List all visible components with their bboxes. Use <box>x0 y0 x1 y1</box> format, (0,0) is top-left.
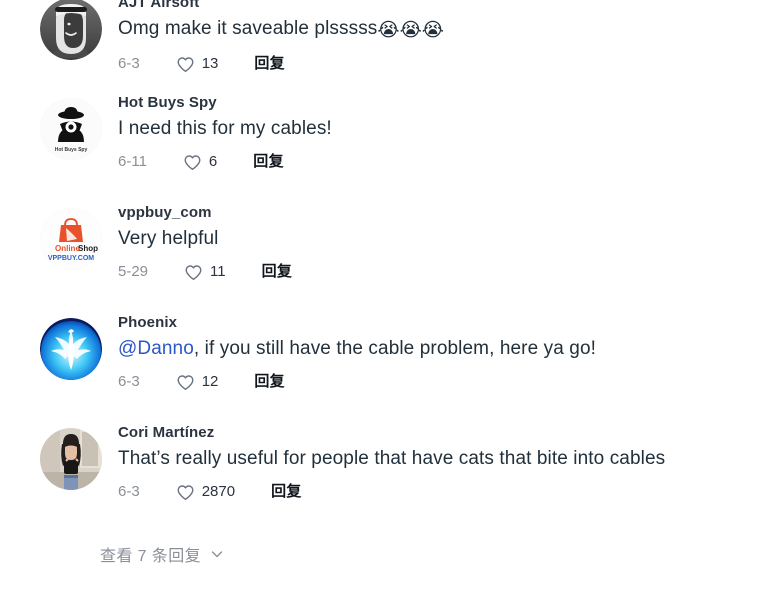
comment-meta: 5-29 11 回复 <box>118 261 779 283</box>
comment-date: 6-3 <box>118 55 140 72</box>
avatar[interactable]: Hot Buys Spy <box>40 98 102 160</box>
comment-text-content: Omg make it saveable plsssss <box>118 18 378 39</box>
like-button[interactable]: 6 <box>183 152 217 172</box>
like-button[interactable]: 11 <box>184 262 226 282</box>
comment-item: Online Shop VPPBUY.COM vppbuy_com Very h… <box>0 200 779 310</box>
like-count: 11 <box>210 263 226 280</box>
heart-icon <box>176 483 195 502</box>
like-button[interactable]: 12 <box>176 372 219 392</box>
comment-meta: 6-3 12 回复 <box>118 371 779 393</box>
comment-body: Hot Buys Spy I need this for my cables! … <box>118 90 779 173</box>
comment-date: 6-3 <box>118 483 140 500</box>
svg-text:Shop: Shop <box>78 244 98 253</box>
comment-username[interactable]: Phoenix <box>118 312 177 334</box>
heart-icon <box>183 153 202 172</box>
svg-text:Hot Buys Spy: Hot Buys Spy <box>55 147 88 153</box>
like-count: 13 <box>201 55 219 72</box>
onlineshop-vppbuy-logo-avatar[interactable]: Online Shop VPPBUY.COM <box>40 208 102 270</box>
comment-text: I need this for my cables! <box>118 118 332 139</box>
view-replies-link[interactable]: 查看 7 条回复 <box>100 542 201 566</box>
comment-date: 5-29 <box>118 263 149 280</box>
comment-username[interactable]: Cori Martínez <box>118 422 214 444</box>
user-mention-link[interactable]: @Danno <box>118 338 194 359</box>
heart-icon <box>184 263 203 282</box>
avatar[interactable] <box>40 0 102 60</box>
comment-meta: 6-3 13 回复 <box>118 53 779 75</box>
like-count: 2870 <box>201 483 236 500</box>
like-count: 6 <box>208 153 218 170</box>
comment-body: Cori Martínez That’s really useful for p… <box>118 420 779 503</box>
view-replies-row: 查看 7 条回复 <box>0 542 779 566</box>
reply-button[interactable]: 回复 <box>262 262 293 282</box>
comment-item: Hot Buys Spy Hot Buys Spy I need this fo… <box>0 90 779 200</box>
reply-button[interactable]: 回复 <box>254 372 285 392</box>
comment-text: Very helpful <box>118 228 219 249</box>
like-button[interactable]: 2870 <box>176 482 235 502</box>
comment-text: That’s really useful for people that hav… <box>118 448 666 469</box>
comment-username[interactable]: vppbuy_com <box>118 202 212 224</box>
svg-text:Online: Online <box>55 244 80 253</box>
comment-username[interactable]: AJT Airsoft <box>118 0 199 14</box>
comment-body: Phoenix @Danno, if you still have the ca… <box>118 310 779 393</box>
portrait-man-headscarf-avatar[interactable] <box>40 0 102 60</box>
like-count: 12 <box>201 373 219 390</box>
portrait-woman-avatar[interactable] <box>40 428 102 490</box>
comment-body: AJT Airsoft Omg make it saveable plsssss… <box>118 0 779 75</box>
heart-icon <box>176 55 195 74</box>
crying-emoji-group: 😭😭😭 <box>377 20 445 41</box>
like-button[interactable]: 13 <box>176 54 219 74</box>
avatar[interactable] <box>40 428 102 490</box>
reply-button[interactable]: 回复 <box>253 152 284 172</box>
chevron-down-icon[interactable] <box>209 546 225 562</box>
heart-icon <box>176 373 195 392</box>
comment-date: 6-3 <box>118 373 140 390</box>
comment-item: Phoenix @Danno, if you still have the ca… <box>0 310 779 420</box>
comment-text: @Danno, if you still have the cable prob… <box>118 335 779 363</box>
comment-username[interactable]: Hot Buys Spy <box>118 92 217 114</box>
comment-date: 6-11 <box>118 153 147 170</box>
comment-item: Cori Martínez That’s really useful for p… <box>0 420 779 530</box>
spy-detective-logo-avatar[interactable]: Hot Buys Spy <box>40 98 102 160</box>
avatar[interactable]: Online Shop VPPBUY.COM <box>40 208 102 270</box>
svg-text:VPPBUY.COM: VPPBUY.COM <box>48 255 94 262</box>
comment-meta: 6-3 2870 回复 <box>118 481 779 503</box>
avatar[interactable] <box>40 318 102 380</box>
comment-body: vppbuy_com Very helpful 5-29 11 回复 <box>118 200 779 283</box>
comment-list: AJT Airsoft Omg make it saveable plsssss… <box>0 0 779 580</box>
blue-phoenix-logo-avatar[interactable] <box>40 318 102 380</box>
comment-item: AJT Airsoft Omg make it saveable plsssss… <box>0 0 779 90</box>
comment-text: Omg make it saveable plsssss😭😭😭 <box>118 15 779 45</box>
comment-text-content: , if you still have the cable problem, h… <box>193 338 596 359</box>
reply-button[interactable]: 回复 <box>254 54 285 74</box>
reply-button[interactable]: 回复 <box>271 482 302 502</box>
comment-meta: 6-11 6 回复 <box>118 151 779 173</box>
